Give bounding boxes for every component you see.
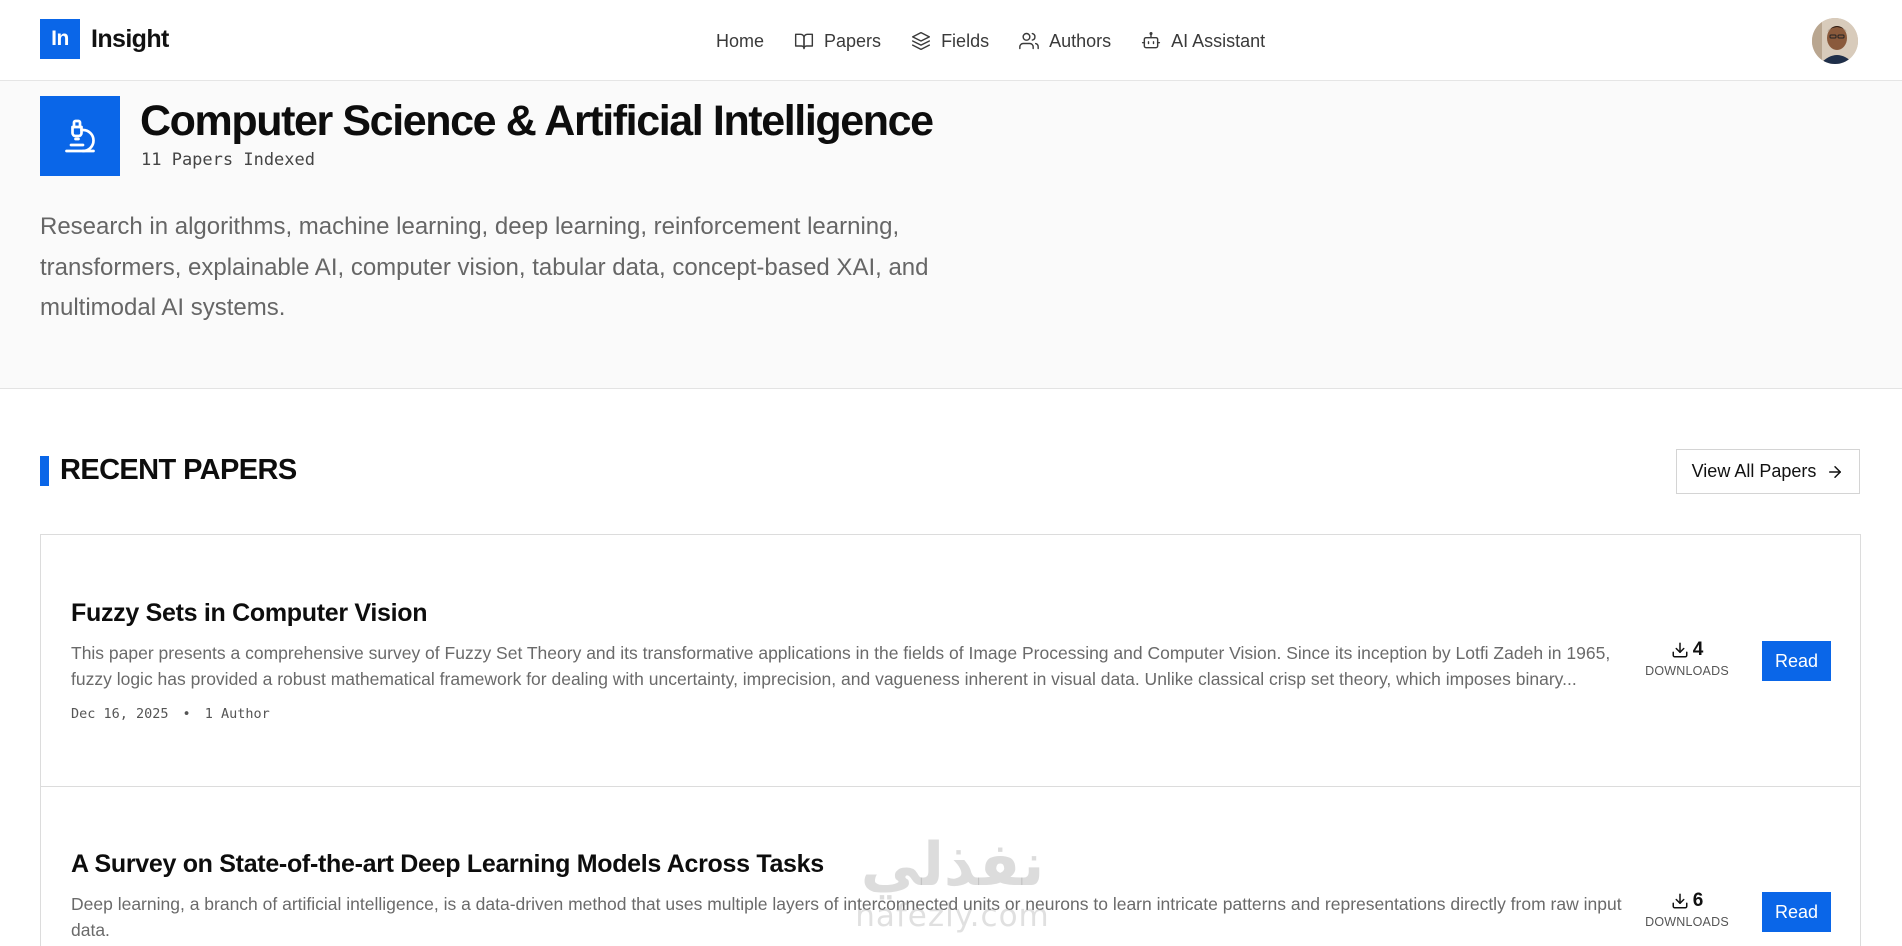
brand-name: Insight [91, 24, 169, 53]
view-all-label: View All Papers [1691, 461, 1817, 481]
microscope-icon [65, 119, 95, 153]
meta-separator: • [182, 706, 191, 722]
download-label: DOWNLOADS [1645, 664, 1729, 678]
page-title: Computer Science & Artificial Intelligen… [140, 97, 934, 145]
brand-logo[interactable]: In Insight [40, 19, 169, 59]
view-all-papers-button[interactable]: View All Papers [1676, 449, 1860, 494]
download-icon [1672, 893, 1688, 909]
nav-item-fields[interactable]: Fields [911, 31, 989, 52]
avatar-image [1812, 18, 1858, 64]
arrow-right-icon [1829, 465, 1842, 478]
top-navbar: In Insight Home Papers Fields Authors AI… [0, 0, 1902, 81]
field-description: Research in algorithms, machine learning… [40, 213, 929, 321]
paper-card[interactable]: Fuzzy Sets in Computer Vision This paper… [40, 534, 1861, 787]
nav-item-home[interactable]: Home [716, 31, 764, 52]
nav-item-label: Authors [1049, 30, 1112, 51]
papers-count: 11 Papers Indexed [141, 150, 315, 170]
paper-date: Dec 16, 2025 [71, 706, 169, 722]
paper-authors-count: 1 Author [204, 706, 270, 722]
layers-icon [912, 31, 931, 51]
read-button[interactable]: Read [1762, 892, 1831, 932]
brand-mark: In [40, 19, 80, 59]
nav-item-label: Home [716, 30, 765, 51]
field-icon-tile [40, 96, 120, 176]
book-open-icon [794, 33, 814, 50]
bot-icon [1142, 31, 1161, 49]
section-title: RECENT PAPERS [60, 454, 297, 486]
main-nav: Home Papers Fields Authors AI Assistant [716, 26, 1265, 56]
paper-abstract: This paper presents a comprehensive surv… [71, 643, 1611, 689]
users-icon [1019, 32, 1039, 50]
download-count: 6 [1692, 890, 1704, 911]
nav-item-label: AI Assistant [1171, 30, 1266, 51]
nav-item-ai-assistant[interactable]: AI Assistant [1141, 31, 1265, 52]
field-hero: Computer Science & Artificial Intelligen… [0, 81, 1902, 389]
nav-item-label: Fields [941, 30, 990, 51]
paper-title[interactable]: A Survey on State-of-the-art Deep Learni… [71, 850, 824, 879]
download-icon [1672, 642, 1688, 658]
nav-item-papers[interactable]: Papers [794, 31, 881, 52]
download-count: 4 [1692, 639, 1704, 660]
paper-title[interactable]: Fuzzy Sets in Computer Vision [71, 599, 427, 628]
paper-card[interactable]: A Survey on State-of-the-art Deep Learni… [40, 786, 1861, 946]
read-button[interactable]: Read [1762, 641, 1831, 681]
paper-meta: Dec 16, 2025 • 1 Author [71, 706, 270, 722]
user-avatar[interactable] [1812, 18, 1858, 64]
nav-item-authors[interactable]: Authors [1019, 31, 1111, 52]
download-label: DOWNLOADS [1645, 915, 1729, 929]
download-stats: 4 DOWNLOADS [1641, 639, 1733, 678]
paper-abstract: Deep learning, a branch of artificial in… [71, 894, 1622, 940]
section-accent-bar [40, 456, 49, 486]
nav-item-label: Papers [824, 30, 882, 51]
download-stats: 6 DOWNLOADS [1641, 890, 1733, 929]
